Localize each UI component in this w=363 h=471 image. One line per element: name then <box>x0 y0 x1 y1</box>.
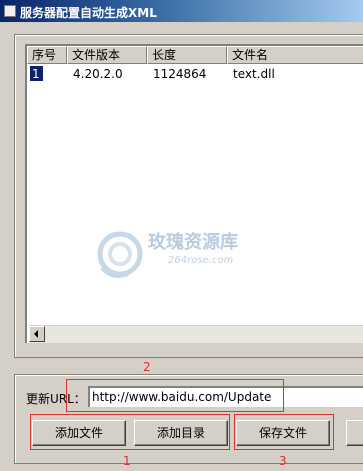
annotation-box-1 <box>30 414 230 450</box>
scroll-left-arrow-icon[interactable] <box>29 326 45 342</box>
column-header-index[interactable]: 序号 <box>27 46 67 64</box>
row-1-index[interactable]: 1 <box>32 66 40 82</box>
annotation-number-3: 3 <box>279 454 287 468</box>
annotation-box-3 <box>234 414 334 450</box>
annotation-box-2 <box>66 379 284 412</box>
annotation-number-2: 2 <box>143 360 151 374</box>
column-header-length[interactable]: 长度 <box>147 46 227 64</box>
row-1-length[interactable]: 1124864 <box>153 66 206 82</box>
horizontal-scrollbar[interactable] <box>29 325 363 343</box>
watermark-title: 玫瑰资源库 <box>148 232 238 253</box>
column-header-filename[interactable]: 文件名 <box>227 46 363 64</box>
extra-button-partial[interactable] <box>346 420 363 446</box>
column-header-version[interactable]: 文件版本 <box>67 46 147 64</box>
title-bar: 服务器配置自动生成XML <box>0 0 363 22</box>
row-1-version[interactable]: 4.20.2.0 <box>73 66 123 82</box>
watermark-subtitle: 264rose.com <box>168 255 234 266</box>
app-icon <box>4 5 16 17</box>
window-title: 服务器配置自动生成XML <box>20 6 157 20</box>
annotation-number-1: 1 <box>123 454 131 468</box>
file-list-view[interactable]: 序号 文件版本 长度 文件名 1 4.20.2.0 1124864 text.d… <box>25 44 363 343</box>
row-1-filename[interactable]: text.dll <box>233 66 275 82</box>
